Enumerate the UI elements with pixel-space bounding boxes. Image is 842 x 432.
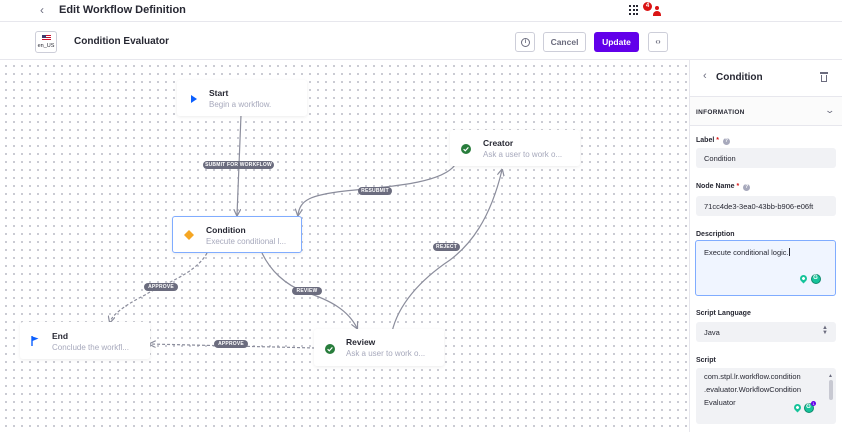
workflow-canvas[interactable]: SUBMIT FOR WORKFLOW RESUBMIT APPROVE REV… xyxy=(0,60,689,432)
node-creator[interactable]: Creator Ask a user to work o... xyxy=(450,130,580,166)
node-description: Ask a user to work o... xyxy=(483,150,563,159)
edge-label-resubmit[interactable]: RESUBMIT xyxy=(358,187,392,195)
node-name-field[interactable]: 71cc4de3-3ea0-43bb-b906-e06ft xyxy=(696,196,836,216)
help-icon[interactable]: ? xyxy=(743,184,751,191)
us-flag-icon xyxy=(42,35,51,41)
script-line: com.stpl.lr.workflow.condition xyxy=(704,372,801,381)
edge-label-submit[interactable]: SUBMIT FOR WORKFLOW xyxy=(203,161,274,169)
chevron-left-icon[interactable]: ‹ xyxy=(703,70,707,82)
help-icon[interactable]: ? xyxy=(722,138,730,145)
information-section-toggle[interactable]: INFORMATION ⌄ xyxy=(690,96,842,126)
back-button[interactable]: ‹ xyxy=(40,3,44,17)
node-title: Review xyxy=(346,337,376,347)
node-title: End xyxy=(52,331,69,341)
play-icon xyxy=(191,95,197,103)
node-description: Execute conditional l... xyxy=(206,237,287,246)
toolbar: en_US Condition Evaluator i Cancel Updat… xyxy=(0,23,842,60)
definition-title: Condition Evaluator xyxy=(74,36,169,47)
script-language-label: Script Language xyxy=(696,310,751,317)
node-end[interactable]: End Conclude the workfl... xyxy=(20,322,150,359)
edge-reject[interactable] xyxy=(391,170,502,333)
info-circle-icon: i xyxy=(521,38,530,47)
transition-edges xyxy=(0,114,689,349)
required-mark: * xyxy=(716,137,719,144)
node-title: Condition xyxy=(206,225,246,235)
language-code: en_US xyxy=(37,43,55,49)
source-view-button[interactable]: ‹› xyxy=(648,32,668,52)
check-circle-icon xyxy=(461,144,471,154)
user-icon[interactable] xyxy=(653,6,661,17)
script-field[interactable]: com.stpl.lr.workflow.condition .evaluato… xyxy=(696,368,836,424)
grid-icon[interactable] xyxy=(629,5,639,15)
language-selector[interactable]: en_US xyxy=(35,31,57,53)
section-title: INFORMATION xyxy=(696,109,745,116)
label-text: Node Name xyxy=(696,183,735,190)
edge-label-approve-condition[interactable]: APPROVE xyxy=(144,283,178,291)
code-icon: ‹› xyxy=(655,37,661,46)
page-title: Edit Workflow Definition xyxy=(59,4,186,16)
description-field-label: Description xyxy=(696,231,735,238)
description-text: Execute conditional logic. xyxy=(704,248,789,257)
grammarly-pin-icon[interactable] xyxy=(798,273,809,284)
script-language-select[interactable]: Java ▲ ▼ xyxy=(696,322,836,342)
cancel-button[interactable]: Cancel xyxy=(543,32,586,52)
grammarly-icon[interactable] xyxy=(811,274,821,284)
script-line: .evaluator.WorkflowCondition xyxy=(704,385,801,394)
edge-label-review[interactable]: REVIEW xyxy=(292,287,322,295)
check-circle-icon xyxy=(325,344,335,354)
edge-label-reject[interactable]: REJECT xyxy=(433,243,460,251)
required-mark: * xyxy=(736,183,740,190)
node-start[interactable]: Start Begin a workflow. xyxy=(177,80,307,116)
node-title: Start xyxy=(209,88,229,98)
node-name-field-label: Node Name * ? xyxy=(696,183,751,191)
label-text: Label xyxy=(696,137,715,144)
label-field-label: Label * ? xyxy=(696,137,730,145)
diamond-icon xyxy=(184,230,194,240)
selected-value: Java xyxy=(704,328,720,337)
notification-badge[interactable]: 4 xyxy=(643,2,652,11)
grammarly-badge: 1 xyxy=(811,401,816,406)
script-label: Script xyxy=(696,357,716,364)
node-review[interactable]: Review Ask a user to work o... xyxy=(314,329,444,366)
info-button[interactable]: i xyxy=(515,32,535,52)
chevron-down-icon: ⌄ xyxy=(824,105,836,115)
flag-icon xyxy=(31,336,39,346)
node-description: Conclude the workfl... xyxy=(52,343,129,352)
properties-panel: ‹ Condition INFORMATION ⌄ Label * ? Cond… xyxy=(689,60,842,432)
panel-title: Condition xyxy=(716,72,763,83)
scrollbar[interactable]: ▲ xyxy=(827,370,834,422)
text-caret xyxy=(788,248,790,256)
node-description: Begin a workflow. xyxy=(209,100,272,109)
top-header: ‹ Edit Workflow Definition 4 xyxy=(0,0,842,22)
node-description: Ask a user to work o... xyxy=(346,349,426,358)
node-title: Creator xyxy=(483,138,514,148)
edge-label-approve-review[interactable]: APPROVE xyxy=(214,340,248,348)
label-field[interactable]: Condition xyxy=(696,148,836,168)
select-arrows-icon: ▲ ▼ xyxy=(822,325,828,336)
node-condition[interactable]: Condition Execute conditional l... xyxy=(172,216,302,253)
trash-icon[interactable] xyxy=(820,72,828,82)
update-button[interactable]: Update xyxy=(594,32,639,52)
description-field[interactable]: Execute conditional logic. xyxy=(695,240,836,296)
panel-header: ‹ Condition xyxy=(690,60,842,94)
